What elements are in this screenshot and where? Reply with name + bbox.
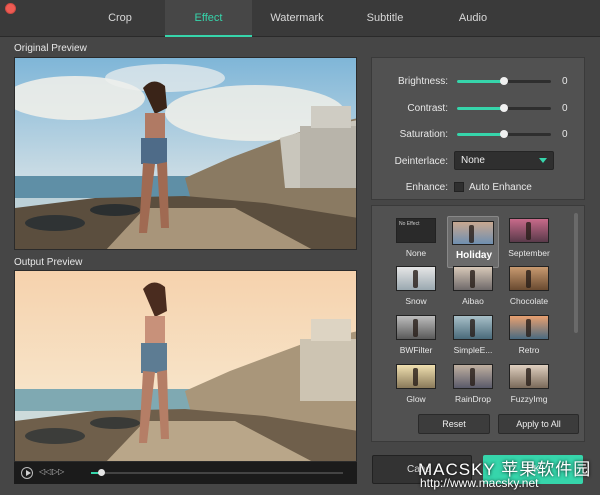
- effect-thumbnail: [509, 364, 549, 389]
- effect-thumbnail: No Effect: [396, 218, 436, 243]
- play-button[interactable]: [21, 467, 33, 479]
- effect-none[interactable]: No Effect None: [390, 216, 442, 268]
- saturation-slider-handle[interactable]: [500, 130, 508, 138]
- effect-thumbnail: [509, 266, 549, 291]
- original-preview-image: [14, 57, 357, 250]
- brightness-value: 0: [562, 76, 568, 87]
- effect-thumbnail: [396, 315, 436, 340]
- effect-label: None: [405, 248, 427, 258]
- effect-label: Aibao: [462, 296, 484, 306]
- deinterlace-label: Deinterlace:: [394, 156, 448, 167]
- effect-chocolate[interactable]: Chocolate: [503, 264, 555, 316]
- effects-scrollbar[interactable]: [574, 213, 578, 333]
- next-frame-icon[interactable]: ▷▷: [52, 467, 64, 476]
- tab-watermark[interactable]: Watermark: [266, 0, 328, 37]
- thumbnail-figure: [413, 319, 418, 337]
- thumbnail-figure: [470, 368, 475, 386]
- contrast-slider-handle[interactable]: [500, 104, 508, 112]
- reset-button[interactable]: Reset: [418, 414, 490, 434]
- effect-snow[interactable]: Snow: [390, 264, 442, 316]
- thumbnail-figure: [526, 368, 531, 386]
- thumbnail-figure: [526, 222, 531, 240]
- timeline-handle[interactable]: [98, 469, 106, 476]
- contrast-slider-fill: [457, 107, 504, 110]
- thumbnail-figure: [413, 368, 418, 386]
- thumbnail-figure: [470, 319, 475, 337]
- effect-label: Snow: [405, 296, 427, 306]
- cancel-button[interactable]: Canc: [372, 455, 472, 484]
- brightness-label: Brightness:: [397, 76, 448, 87]
- effect-retro[interactable]: Retro: [503, 313, 555, 365]
- effect-label: Glow: [406, 394, 426, 404]
- effect-label: Retro: [518, 345, 540, 355]
- thumbnail-figure: [470, 270, 475, 288]
- ok-button[interactable]: OK: [483, 455, 583, 484]
- auto-enhance-label[interactable]: Auto Enhance: [469, 182, 532, 193]
- enhance-label: Enhance:: [405, 182, 448, 193]
- effect-thumbnail: [509, 218, 549, 243]
- output-preview-image: [14, 270, 357, 462]
- saturation-slider-fill: [457, 133, 504, 136]
- effect-label: RainDrop: [455, 394, 491, 404]
- effect-bwfilter[interactable]: BWFilter: [390, 313, 442, 365]
- player-controls: ◁◁ ▷▷: [14, 462, 357, 484]
- tab-bar: Crop Effect Watermark Subtitle Audio: [0, 0, 600, 37]
- chevron-down-icon: [539, 158, 547, 163]
- effect-label: Chocolate: [509, 296, 549, 306]
- effect-september[interactable]: September: [503, 216, 555, 268]
- timeline-track[interactable]: [91, 469, 343, 476]
- deinterlace-value: None: [461, 155, 485, 166]
- thumbnail-figure: [526, 270, 531, 288]
- effect-thumbnail: [453, 266, 493, 291]
- contrast-label: Contrast:: [407, 103, 448, 114]
- effect-glow[interactable]: Glow: [390, 362, 442, 414]
- original-preview-label: Original Preview: [14, 43, 87, 54]
- effect-thumbnail: [396, 364, 436, 389]
- effect-simplee[interactable]: SimpleE...: [447, 313, 499, 365]
- effect-holiday[interactable]: Holiday: [447, 216, 499, 268]
- thumbnail-figure: [526, 319, 531, 337]
- effect-aibao[interactable]: Aibao: [447, 264, 499, 316]
- brightness-slider[interactable]: [457, 77, 551, 85]
- effect-thumbnail: [452, 221, 494, 245]
- effect-label: September: [508, 248, 550, 258]
- saturation-slider[interactable]: [457, 130, 551, 138]
- tab-audio[interactable]: Audio: [450, 0, 496, 37]
- close-window-button[interactable]: [5, 3, 16, 14]
- effect-label: SimpleE...: [453, 345, 493, 355]
- effect-thumbnail: [453, 364, 493, 389]
- contrast-slider[interactable]: [457, 104, 551, 112]
- contrast-value: 0: [562, 103, 568, 114]
- no-effect-thumb-text: No Effect: [399, 221, 420, 227]
- effect-thumbnail: [509, 315, 549, 340]
- auto-enhance-checkbox[interactable]: [454, 182, 464, 192]
- thumbnail-figure: [413, 270, 418, 288]
- output-preview-label: Output Preview: [14, 257, 83, 268]
- effect-thumbnail: [396, 266, 436, 291]
- thumbnail-figure: [469, 225, 474, 243]
- effect-label: FuzzyImg: [510, 394, 548, 404]
- effect-raindrop[interactable]: RainDrop: [447, 362, 499, 414]
- deinterlace-select[interactable]: None: [454, 151, 554, 170]
- tab-effect[interactable]: Effect: [165, 0, 252, 37]
- apply-to-all-button[interactable]: Apply to All: [498, 414, 579, 434]
- brightness-slider-handle[interactable]: [500, 77, 508, 85]
- saturation-value: 0: [562, 129, 568, 140]
- effect-thumbnail: [453, 315, 493, 340]
- brightness-slider-fill: [457, 80, 504, 83]
- effect-fuzzyimg[interactable]: FuzzyImg: [503, 362, 555, 414]
- tab-crop[interactable]: Crop: [95, 0, 145, 37]
- previous-frame-icon[interactable]: ◁◁: [39, 467, 51, 476]
- effect-label: BWFilter: [399, 345, 433, 355]
- tab-subtitle[interactable]: Subtitle: [360, 0, 410, 37]
- saturation-label: Saturation:: [399, 129, 448, 140]
